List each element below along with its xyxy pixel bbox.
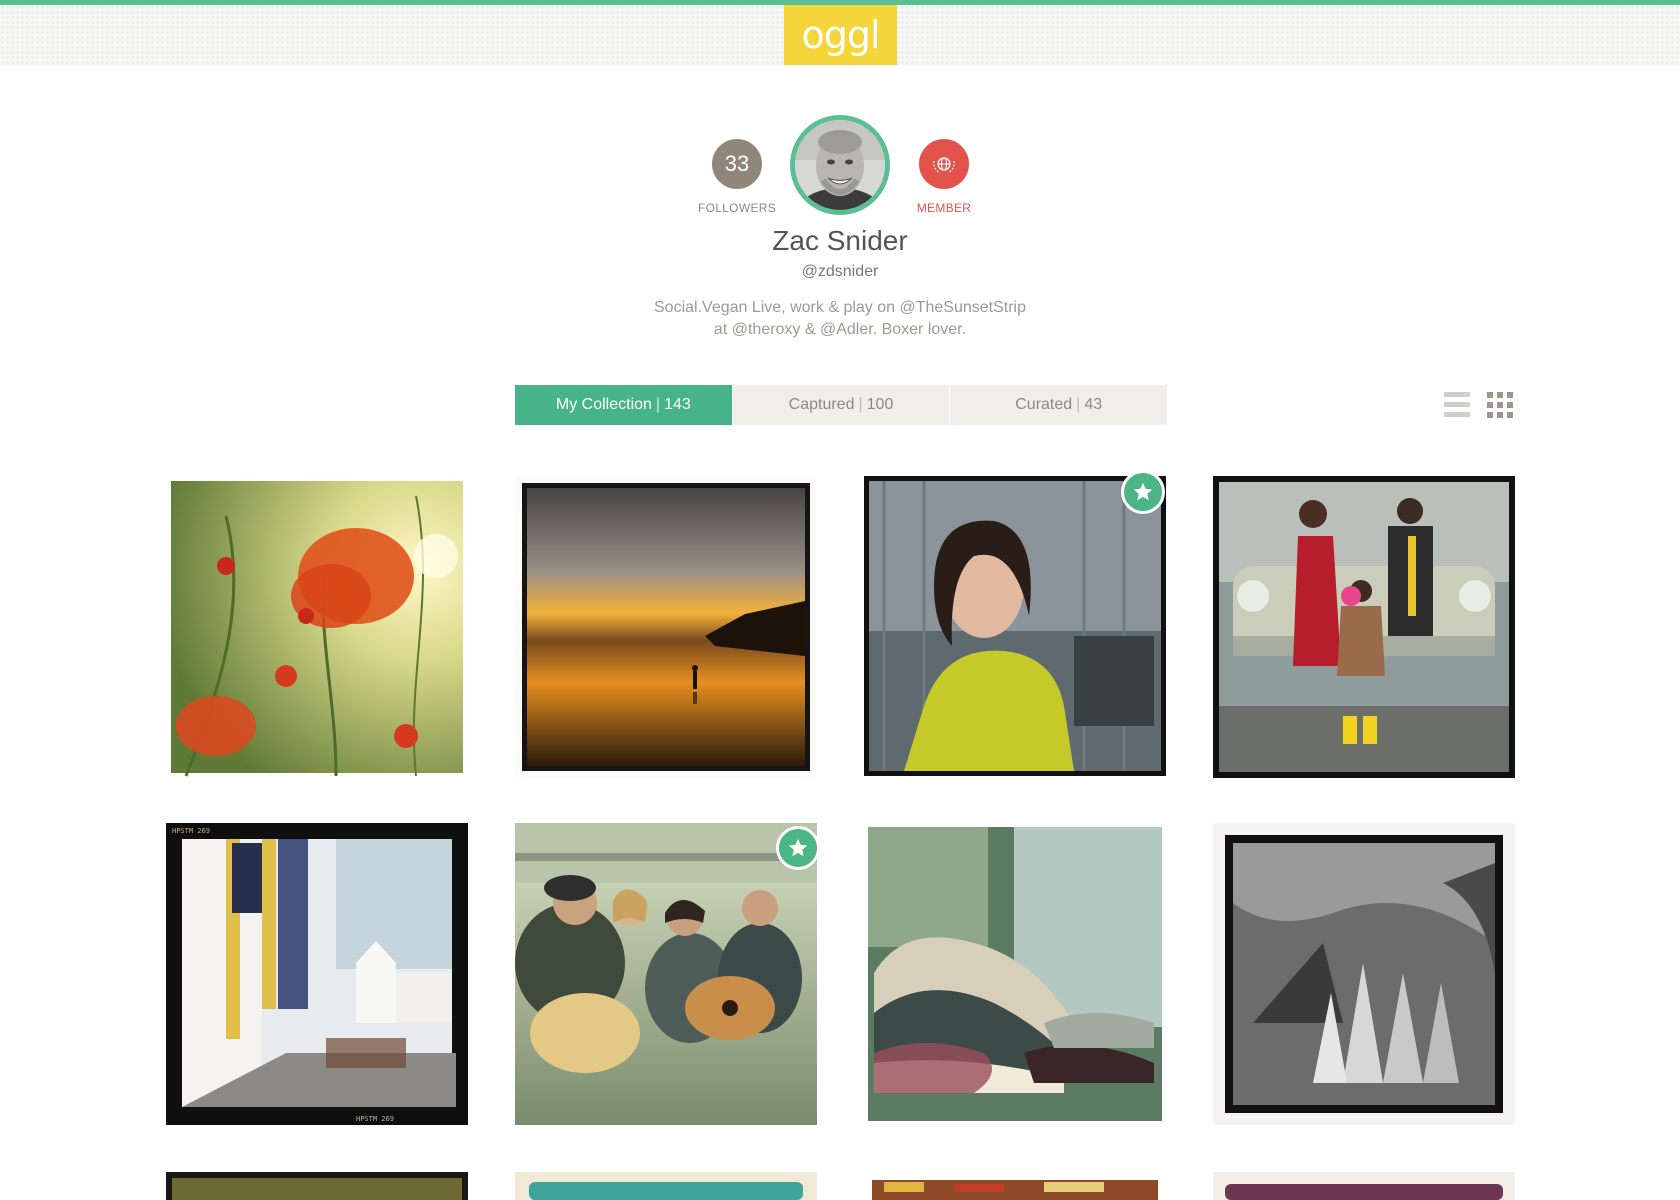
profile-name: Zac Snider [772, 225, 908, 256]
tab-separator: | [1076, 396, 1081, 413]
followers-count: 33 [724, 151, 750, 176]
favorite-star-badge[interactable] [1121, 470, 1165, 514]
photo-tile-bw-architecture[interactable] [1213, 823, 1515, 1125]
star-icon [788, 838, 808, 857]
photo-tile-sneakers[interactable] [864, 823, 1166, 1125]
oggl-logo[interactable]: oggl [784, 5, 897, 65]
collection-tabs: My Collection | 143 Captured | 100 Curated | 4… [515, 385, 1168, 425]
tab-label: My Collection [555, 396, 652, 413]
list-view-icon[interactable] [1444, 390, 1472, 420]
avatar[interactable] [790, 115, 890, 215]
tab-separator: | [655, 396, 661, 413]
tab-my-collection[interactable]: My Collection | 143 [515, 385, 732, 425]
globe-laurel-icon [933, 157, 955, 174]
tab-count: 100 [866, 396, 894, 413]
bio-line-1: Social.Vegan Live, work & play on @TheSu… [654, 299, 1026, 316]
member-badge[interactable] [919, 139, 969, 189]
profile-handle[interactable]: @zdsnider [640, 263, 1040, 281]
tab-label: Curated [1015, 396, 1073, 413]
photo-tile-musicians[interactable] [515, 823, 817, 1125]
tab-curated[interactable]: Curated | 43 [950, 385, 1168, 425]
svg-text:HPSTM 269: HPSTM 269 [356, 1115, 394, 1123]
followers-label: FOLLOWERS [697, 201, 777, 215]
photo-tile-kids-truck[interactable] [1213, 476, 1515, 778]
photo-tile-poppies[interactable] [166, 476, 468, 778]
bio-line-2: at @theroxy & @Adler. Boxer lover. [713, 321, 967, 338]
photo-tile-woman-portrait[interactable] [864, 476, 1166, 778]
photo-tile[interactable] [166, 1172, 468, 1200]
photo-tile[interactable] [515, 1172, 817, 1200]
tab-count: 143 [664, 396, 691, 413]
photo-tile[interactable] [864, 1172, 1166, 1200]
svg-text:HPSTM 269: HPSTM 269 [172, 827, 210, 835]
star-icon [1133, 482, 1153, 501]
grid-view-icon[interactable] [1487, 390, 1515, 420]
member-label: MEMBER [916, 201, 972, 215]
photo-tile[interactable] [1213, 1172, 1515, 1200]
tab-captured[interactable]: Captured | 100 [732, 385, 950, 425]
tab-separator: | [858, 396, 863, 413]
tab-label: Captured [788, 396, 855, 413]
favorite-star-badge[interactable] [776, 826, 820, 870]
profile-bio: Social.Vegan Live, work & play on @TheSu… [590, 297, 1090, 341]
followers-count-badge[interactable]: 33 [712, 139, 762, 189]
tab-count: 43 [1084, 396, 1103, 413]
photo-tile-sunset-beach[interactable] [515, 476, 817, 778]
avatar-photo [795, 120, 885, 210]
photo-tile-colonial-street[interactable]: HPSTM 269 HPSTM 269 [166, 823, 468, 1125]
